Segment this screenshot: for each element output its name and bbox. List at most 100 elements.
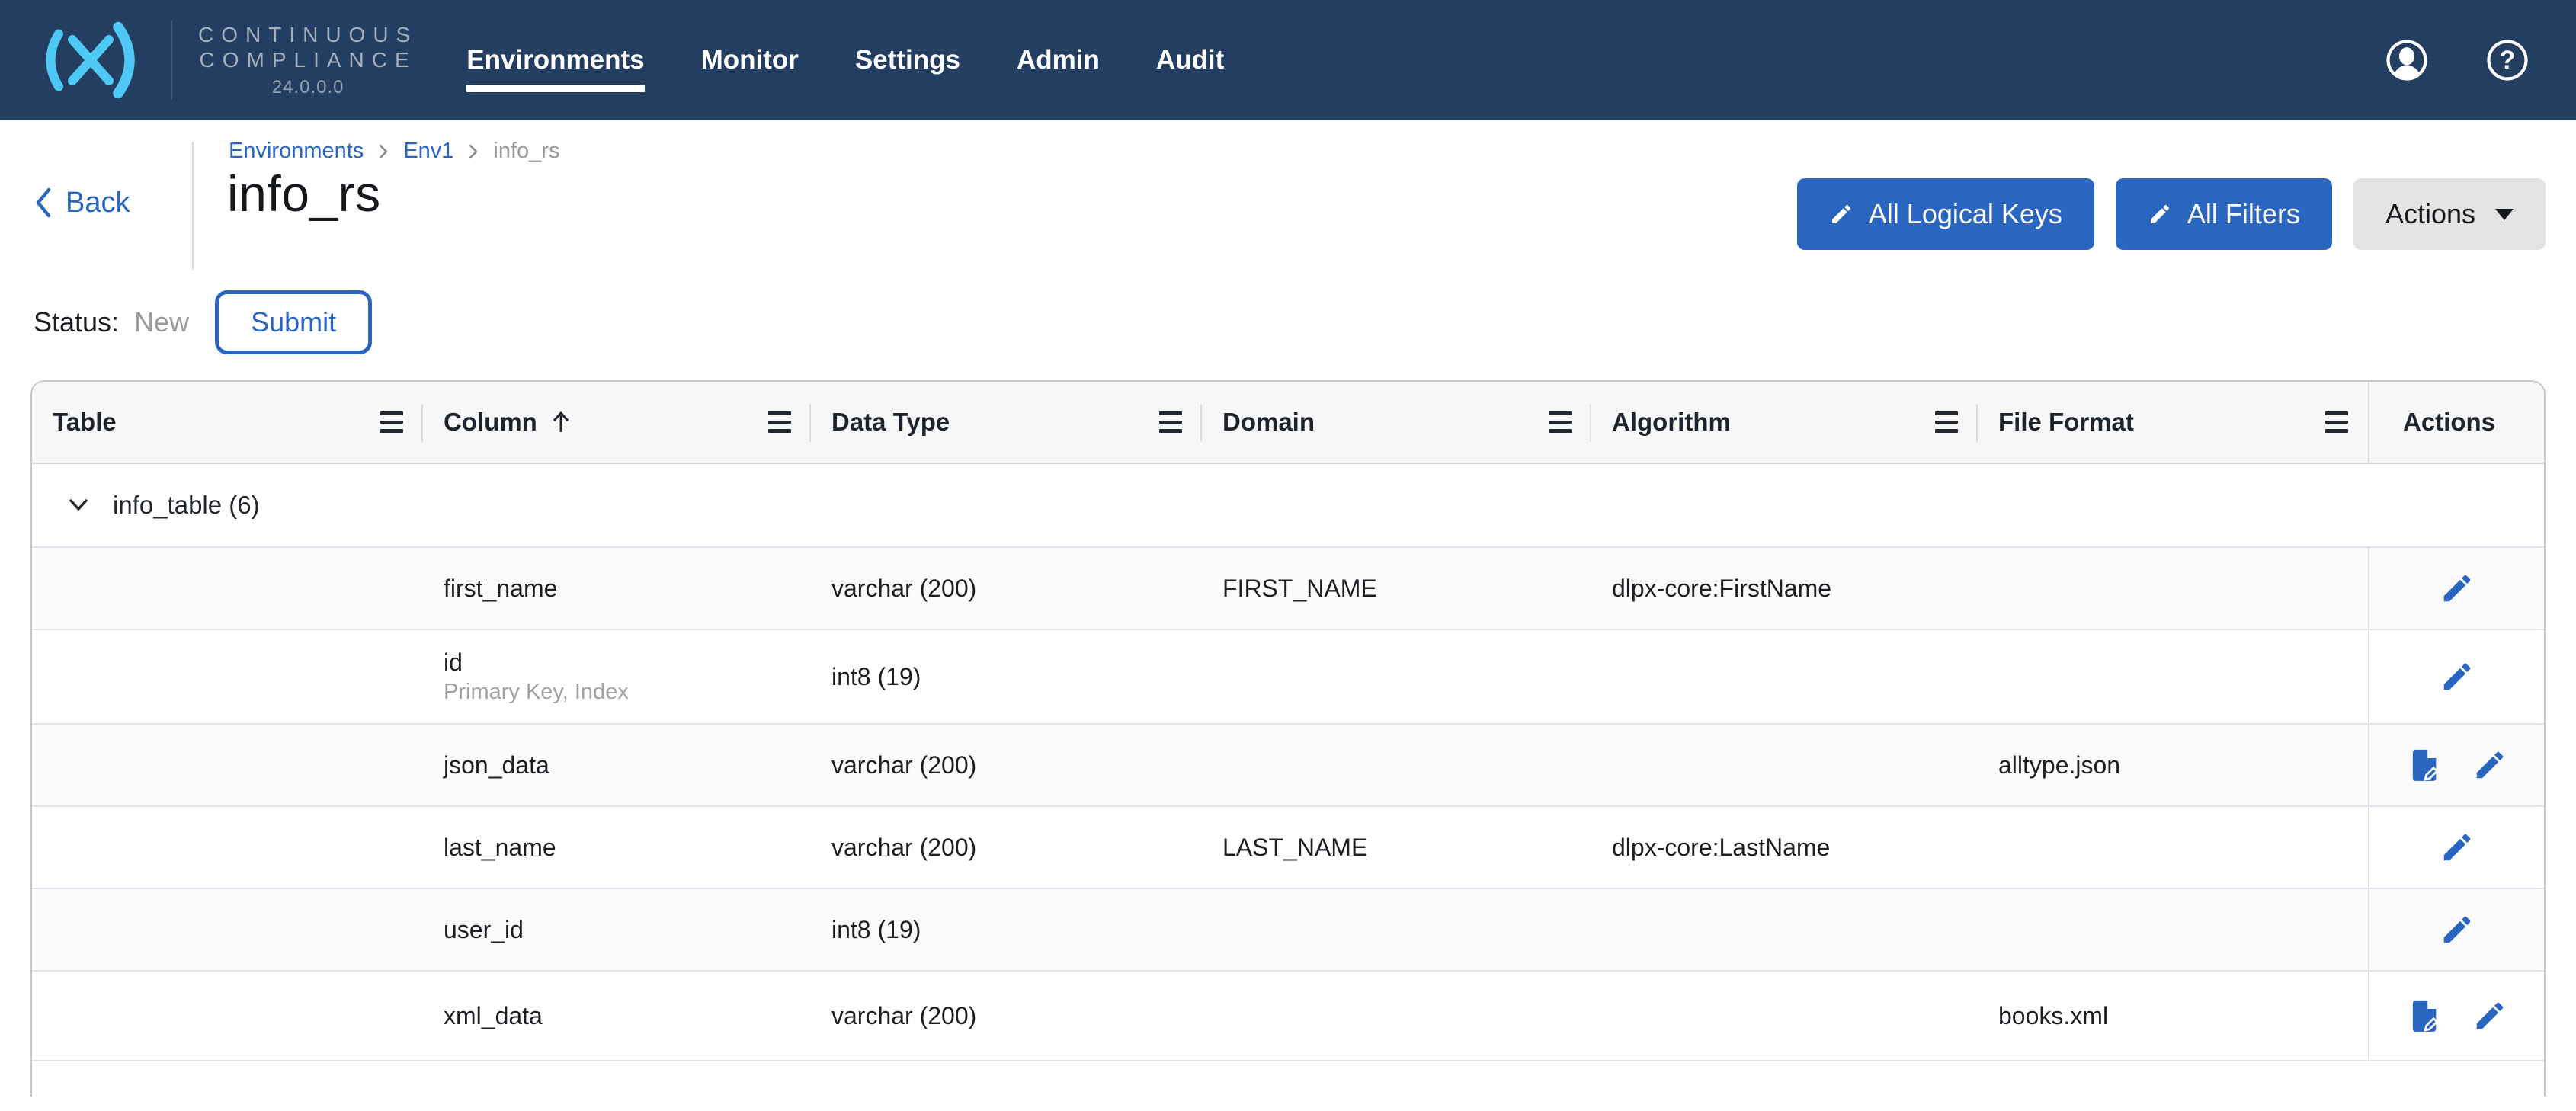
- all-logical-keys-button[interactable]: All Logical Keys: [1797, 178, 2094, 250]
- status-value: New: [134, 306, 189, 338]
- column-header-label: File Format: [1998, 408, 2134, 437]
- column-menu-icon[interactable]: [380, 411, 403, 433]
- cell-actions: [2368, 972, 2544, 1060]
- chevron-down-icon[interactable]: [67, 497, 90, 514]
- table-empty-area: [32, 1061, 2544, 1097]
- top-nav: CONTINUOUS COMPLIANCE 24.0.0.0 Environme…: [0, 0, 2576, 120]
- cell-actions: [2368, 630, 2544, 723]
- all-filters-label: All Filters: [2187, 198, 2300, 230]
- table-group-row[interactable]: info_table (6): [32, 464, 2544, 548]
- cell-file-format: alltype.json: [1978, 751, 2368, 780]
- pencil-icon: [2440, 571, 2475, 606]
- pencil-icon: [2472, 748, 2507, 783]
- nav-tabs: Environments Monitor Settings Admin Audi…: [466, 45, 1224, 75]
- cell-actions: [2368, 548, 2544, 629]
- cell-actions: [2368, 889, 2544, 970]
- column-header-label: Domain: [1222, 408, 1315, 437]
- all-logical-keys-label: All Logical Keys: [1869, 198, 2062, 230]
- cell-data-type: varchar (200): [811, 834, 1202, 862]
- brand-line-1: CONTINUOUS: [198, 22, 418, 47]
- all-filters-button[interactable]: All Filters: [2116, 178, 2332, 250]
- edit-button[interactable]: [2438, 658, 2476, 696]
- column-menu-icon[interactable]: [2325, 411, 2348, 433]
- cell-data-type: varchar (200): [811, 1002, 1202, 1030]
- column-header-table[interactable]: Table: [32, 382, 423, 463]
- breadcrumb-link-environments[interactable]: Environments: [229, 139, 364, 164]
- actions-menu-button[interactable]: Actions: [2353, 178, 2546, 250]
- edit-button[interactable]: [2438, 569, 2476, 607]
- cell-column: json_data: [423, 751, 811, 780]
- tab-admin[interactable]: Admin: [1017, 45, 1100, 75]
- cell-data-type: int8 (19): [811, 916, 1202, 944]
- breadcrumb-current: info_rs: [493, 139, 559, 164]
- column-menu-icon[interactable]: [768, 411, 791, 433]
- user-account-icon[interactable]: [2385, 39, 2428, 82]
- back-chevron-icon: [34, 186, 53, 219]
- column-header-data-type[interactable]: Data Type: [811, 382, 1202, 463]
- cell-algorithm: dlpx-core:LastName: [1591, 834, 1978, 862]
- tab-monitor[interactable]: Monitor: [701, 45, 799, 75]
- file-format-edit-button[interactable]: [2405, 746, 2443, 784]
- page-header: Back Environments Env1 info_rs info_rs A…: [0, 120, 2576, 284]
- help-icon[interactable]: ?: [2486, 39, 2529, 82]
- caret-down-icon: [2495, 209, 2514, 220]
- brand-divider: [171, 21, 172, 100]
- cell-algorithm: dlpx-core:FirstName: [1591, 575, 1978, 603]
- column-menu-icon[interactable]: [1159, 411, 1182, 433]
- submit-button[interactable]: Submit: [215, 290, 372, 354]
- pencil-icon: [2440, 912, 2475, 947]
- breadcrumb: Environments Env1 info_rs: [229, 139, 559, 164]
- cell-column: id Primary Key, Index: [423, 648, 811, 705]
- column-name: id: [444, 648, 811, 677]
- brand-name: CONTINUOUS COMPLIANCE 24.0.0.0: [198, 22, 418, 98]
- cell-actions: [2368, 807, 2544, 888]
- back-label: Back: [66, 187, 130, 219]
- sort-ascending-icon: [549, 409, 572, 435]
- breadcrumb-link-env1[interactable]: Env1: [403, 139, 453, 164]
- column-menu-icon[interactable]: [1935, 411, 1958, 433]
- cell-domain: LAST_NAME: [1202, 834, 1591, 862]
- file-format-edit-button[interactable]: [2405, 997, 2443, 1035]
- status-row: Status: New Submit: [0, 284, 2576, 360]
- edit-button[interactable]: [2438, 828, 2476, 866]
- data-table: Table Column Data Type Domain Algorithm: [30, 380, 2546, 1097]
- table-row: json_data varchar (200) alltype.json: [32, 725, 2544, 807]
- column-header-label: Column: [444, 408, 537, 437]
- edit-button[interactable]: [2471, 997, 2509, 1035]
- column-header-domain[interactable]: Domain: [1202, 382, 1591, 463]
- column-header-file-format[interactable]: File Format: [1978, 382, 2368, 463]
- pencil-icon: [2440, 830, 2475, 865]
- svg-text:?: ?: [2500, 46, 2516, 75]
- edit-button[interactable]: [2438, 911, 2476, 949]
- group-name: info_table (6): [113, 491, 260, 520]
- column-menu-icon[interactable]: [1549, 411, 1572, 433]
- status-label: Status:: [34, 306, 119, 338]
- back-button[interactable]: Back: [34, 186, 130, 219]
- header-divider: [192, 142, 194, 270]
- pencil-icon: [1829, 202, 1854, 226]
- header-buttons: All Logical Keys All Filters Actions: [1797, 178, 2546, 250]
- file-edit-icon: [2407, 748, 2442, 783]
- edit-button[interactable]: [2471, 746, 2509, 784]
- cell-column: user_id: [423, 916, 811, 944]
- tab-settings[interactable]: Settings: [855, 45, 960, 75]
- cell-actions: [2368, 725, 2544, 805]
- tab-environments[interactable]: Environments: [466, 45, 644, 75]
- tab-audit[interactable]: Audit: [1156, 45, 1224, 75]
- cell-data-type: int8 (19): [811, 663, 1202, 691]
- table-row: first_name varchar (200) FIRST_NAME dlpx…: [32, 548, 2544, 630]
- column-header-label: Table: [53, 408, 117, 437]
- breadcrumb-separator-icon: [377, 142, 389, 161]
- delphix-logo-icon[interactable]: [34, 18, 148, 103]
- file-edit-icon: [2407, 998, 2442, 1033]
- page-title: info_rs: [227, 165, 381, 223]
- table-row: last_name varchar (200) LAST_NAME dlpx-c…: [32, 807, 2544, 889]
- breadcrumb-separator-icon: [467, 142, 479, 161]
- column-header-column[interactable]: Column: [423, 382, 811, 463]
- column-header-actions: Actions: [2368, 382, 2544, 463]
- column-header-label: Data Type: [831, 408, 950, 437]
- pencil-icon: [2440, 659, 2475, 694]
- table-row: id Primary Key, Index int8 (19): [32, 630, 2544, 725]
- column-header-algorithm[interactable]: Algorithm: [1591, 382, 1978, 463]
- table-row: xml_data varchar (200) books.xml: [32, 972, 2544, 1061]
